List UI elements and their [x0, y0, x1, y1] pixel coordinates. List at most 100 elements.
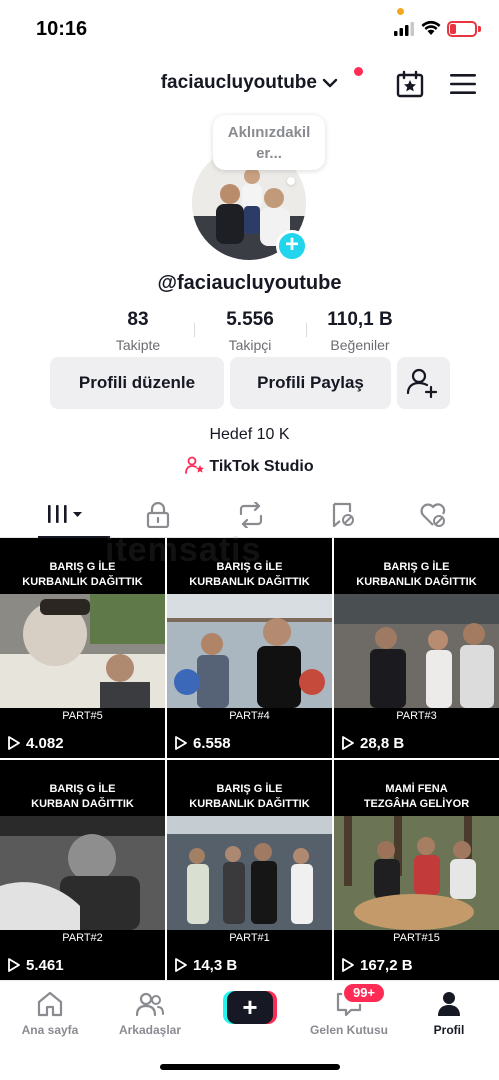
video-thumbnail [334, 816, 499, 930]
tab-saved[interactable] [292, 492, 392, 537]
video-thumbnail [334, 594, 499, 708]
menu-icon[interactable] [450, 74, 476, 94]
content-tabs [0, 492, 499, 538]
add-friend-button[interactable] [397, 357, 450, 409]
play-icon [175, 736, 187, 750]
battery-level: 13 [455, 22, 469, 34]
studio-icon [185, 456, 205, 474]
video-views: 28,8 B [342, 735, 404, 752]
video-part: PART#5 [62, 710, 103, 722]
video-title: BARIŞ G İLE KURBANLIK DAĞITTIK [189, 783, 310, 810]
stat-followers[interactable]: 5.556 Takipçi [190, 309, 310, 353]
battery-tip [478, 26, 481, 32]
video-views: 167,2 B [342, 957, 413, 974]
video-tile[interactable]: BARIŞ G İLE KURBANLIK DAĞITTIK PART#5 4.… [0, 538, 165, 758]
home-icon [37, 991, 63, 1017]
profile-goal: Hedef 10 K [209, 426, 290, 443]
video-grid: BARIŞ G İLE KURBANLIK DAĞITTIK PART#5 4.… [0, 538, 499, 980]
profile-actions: Profili düzenle Profili Paylaş [0, 357, 499, 410]
heart-icon [420, 503, 446, 527]
video-tile[interactable]: BARIŞ G İLE KURBAN DAĞITTIK PART#2 5.461 [0, 760, 165, 980]
video-tile[interactable]: BARIŞ G İLE KURBANLIK DAĞITTIK PART#4 6.… [167, 538, 332, 758]
video-tile[interactable]: BARIŞ G İLE KURBANLIK DAĞITTIK PART#1 14… [167, 760, 332, 980]
create-button[interactable]: + [223, 991, 277, 1024]
video-tile[interactable]: BARIŞ G İLE KURBANLIK DAĞITTIK PART#3 28… [334, 538, 499, 758]
wifi-icon [421, 20, 441, 35]
video-views: 4.082 [8, 735, 64, 752]
tab-videos[interactable] [10, 492, 110, 538]
add-person-icon [406, 368, 438, 399]
add-photo-button[interactable]: + [276, 230, 308, 262]
play-icon [8, 736, 20, 750]
nav-profile-label: Profil [433, 1023, 465, 1037]
view-count: 4.082 [26, 735, 64, 752]
battery-icon: 13 [447, 21, 477, 37]
nav-inbox-label: Gelen Kutusu [309, 1023, 388, 1037]
video-thumbnail [0, 816, 165, 930]
play-icon [342, 736, 354, 750]
edit-profile-button[interactable]: Profili düzenle [50, 357, 224, 409]
bookmark-icon [332, 502, 354, 528]
nav-friends-label: Arkadaşlar [118, 1023, 182, 1037]
following-count: 83 [127, 309, 149, 330]
followers-count: 5.556 [226, 309, 274, 330]
home-indicator [160, 1064, 340, 1070]
profile-icon [438, 992, 460, 1016]
stat-following[interactable]: 83 Takipte [78, 309, 198, 353]
video-views: 5.461 [8, 957, 64, 974]
video-part: PART#3 [396, 710, 437, 722]
video-title: BARIŞ G İLE KURBANLIK DAĞITTIK [356, 561, 477, 588]
profile-header: faciaucluyoutube [0, 58, 499, 110]
video-thumbnail [167, 594, 332, 708]
tab-private[interactable] [108, 492, 208, 537]
nav-home[interactable]: Ana sayfa [5, 989, 95, 1037]
plus-icon: + [227, 991, 273, 1024]
share-profile-button[interactable]: Profili Paylaş [230, 357, 391, 409]
video-part: PART#4 [229, 710, 270, 722]
following-label: Takipte [115, 337, 161, 353]
tab-reposts[interactable] [199, 492, 299, 537]
play-icon [175, 958, 187, 972]
header-username: faciaucluyoutube [160, 72, 317, 93]
view-count: 6.558 [193, 735, 231, 752]
video-tile[interactable]: MAMİ FENA TEZGÂHA GELİYOR PART#15 167,2 … [334, 760, 499, 980]
signal-icon [394, 22, 414, 36]
nav-friends[interactable]: Arkadaşlar [105, 989, 195, 1037]
recording-dot [397, 8, 404, 15]
tab-liked[interactable] [381, 492, 481, 537]
followers-label: Takipçi [228, 337, 272, 353]
view-count: 5.461 [26, 957, 64, 974]
video-title: BARIŞ G İLE KURBANLIK DAĞITTIK [22, 561, 143, 588]
nav-profile[interactable]: Profil [404, 989, 494, 1037]
notification-dot [354, 67, 363, 76]
inbox-badge: 99+ [342, 982, 386, 1004]
status-bubble[interactable]: Aklınızdakil er... [213, 115, 325, 185]
profile-handle: @faciaucluyoutube [157, 272, 342, 294]
status-bubble-text: Aklınızdakil er... [227, 124, 311, 162]
stat-likes[interactable]: 110,1 B Beğeniler [300, 309, 420, 353]
calendar-star-icon[interactable] [396, 70, 424, 98]
video-part: PART#15 [393, 932, 440, 944]
play-icon [342, 958, 354, 972]
tiktok-studio-label: TikTok Studio [209, 458, 314, 475]
video-views: 14,3 B [175, 957, 237, 974]
friends-icon [135, 992, 164, 1017]
video-title: BARIŞ G İLE KURBAN DAĞITTIK [31, 783, 134, 810]
view-count: 14,3 B [193, 957, 238, 974]
likes-count: 110,1 B [327, 309, 393, 330]
view-count: 28,8 B [360, 735, 405, 752]
video-part: PART#2 [62, 932, 103, 944]
status-time: 10:16 [36, 18, 88, 40]
nav-home-label: Ana sayfa [21, 1023, 79, 1037]
bubble-tail [287, 177, 295, 185]
account-switcher[interactable]: faciaucluyoutube [0, 67, 499, 94]
video-part: PART#1 [229, 932, 270, 944]
likes-label: Beğeniler [330, 337, 390, 353]
chevron-down-icon [323, 78, 338, 88]
tiktok-studio-link[interactable]: TikTok Studio [0, 456, 499, 476]
view-count: 167,2 B [360, 957, 413, 974]
video-title: MAMİ FENA TEZGÂHA GELİYOR [363, 783, 470, 810]
video-views: 6.558 [175, 735, 231, 752]
grid-icon [48, 505, 82, 523]
video-title: BARIŞ G İLE KURBANLIK DAĞITTIK [189, 561, 310, 588]
